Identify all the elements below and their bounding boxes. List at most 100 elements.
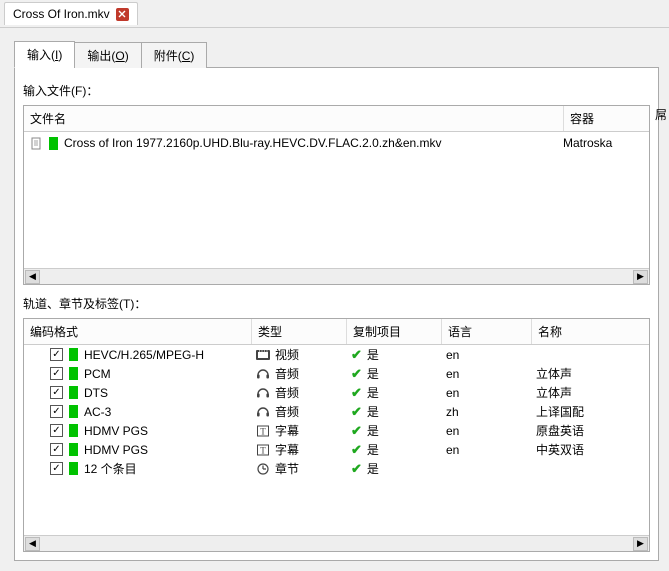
track-list-header: 编码格式 类型 复制项目 语言 名称 bbox=[24, 319, 649, 345]
track-lang: en bbox=[442, 367, 532, 381]
status-chip bbox=[69, 367, 78, 380]
track-lang: en bbox=[442, 443, 532, 457]
status-chip bbox=[69, 462, 78, 475]
col-filename[interactable]: 文件名 bbox=[24, 106, 564, 131]
file-container: Matroska bbox=[563, 136, 643, 150]
scroll-left-icon[interactable]: ◀ bbox=[25, 537, 40, 551]
track-codec: HEVC/H.265/MPEG-H bbox=[84, 348, 204, 362]
check-icon: ✔ bbox=[351, 442, 362, 458]
track-row[interactable]: ✓AC-3音频✔是zh上译国配 bbox=[24, 402, 649, 421]
track-copy: 是 bbox=[367, 384, 379, 401]
horizontal-scrollbar[interactable]: ◀ ▶ bbox=[24, 268, 649, 284]
tab-output-label: 输出 bbox=[87, 49, 111, 63]
track-lang: en bbox=[442, 348, 532, 362]
main-window: Cross Of Iron.mkv 输入(I) 输出(O) 附件(C) 输入文件… bbox=[0, 0, 669, 571]
track-type: 字幕 bbox=[275, 422, 299, 439]
tab-attachments-label: 附件 bbox=[154, 49, 178, 63]
check-icon: ✔ bbox=[351, 461, 362, 477]
track-lang: en bbox=[442, 386, 532, 400]
track-type: 字幕 bbox=[275, 441, 299, 458]
track-checkbox[interactable]: ✓ bbox=[50, 405, 63, 418]
subtitle-icon: T bbox=[256, 444, 270, 456]
track-row[interactable]: ✓12 个条目章节✔是 bbox=[24, 459, 649, 478]
check-icon: ✔ bbox=[351, 423, 362, 439]
track-codec: PCM bbox=[84, 367, 111, 381]
file-row[interactable]: Cross of Iron 1977.2160p.UHD.Blu-ray.HEV… bbox=[24, 132, 649, 154]
track-row[interactable]: ✓ DTS 音频 ✔ 是 en立体声 bbox=[24, 383, 649, 402]
tab-input[interactable]: 输入(I) bbox=[14, 41, 75, 68]
track-checkbox[interactable]: ✓ bbox=[50, 443, 63, 456]
track-copy: 是 bbox=[367, 346, 379, 363]
track-name: 立体声 bbox=[532, 365, 649, 382]
col-container[interactable]: 容器 bbox=[564, 106, 649, 131]
status-chip bbox=[69, 405, 78, 418]
close-icon[interactable] bbox=[116, 8, 129, 21]
file-list-header: 文件名 容器 bbox=[24, 106, 649, 132]
col-type[interactable]: 类型 bbox=[252, 319, 347, 344]
track-copy: 是 bbox=[367, 441, 379, 458]
track-checkbox[interactable]: ✓ bbox=[50, 462, 63, 475]
track-name: 中英双语 bbox=[532, 441, 649, 458]
track-type: 音频 bbox=[275, 403, 299, 420]
track-row[interactable]: ✓ HEVC/H.265/MPEG-H 视频 ✔ 是 en bbox=[24, 345, 649, 364]
file-list: 文件名 容器 Cross of Iron 1977.2160p.UHD.Blu-… bbox=[23, 105, 650, 285]
track-row[interactable]: ✓ HDMV PGS T 字幕 ✔ 是 en中英双语 bbox=[24, 440, 649, 459]
col-trackname[interactable]: 名称 bbox=[532, 319, 649, 344]
col-codec[interactable]: 编码格式 bbox=[24, 319, 252, 344]
tab-input-label: 输入 bbox=[27, 48, 51, 62]
tab-attachments[interactable]: 附件(C) bbox=[141, 42, 208, 68]
svg-text:T: T bbox=[260, 445, 266, 455]
status-chip bbox=[69, 386, 78, 399]
track-codec: HDMV PGS bbox=[84, 443, 148, 457]
subtitle-icon: T bbox=[256, 425, 270, 437]
track-row[interactable]: ✓ HDMV PGS T 字幕 ✔ 是 en原盘英语 bbox=[24, 421, 649, 440]
document-title: Cross Of Iron.mkv bbox=[13, 7, 110, 21]
track-checkbox[interactable]: ✓ bbox=[50, 348, 63, 361]
col-lang[interactable]: 语言 bbox=[442, 319, 532, 344]
chapter-icon bbox=[256, 463, 270, 475]
track-codec: HDMV PGS bbox=[84, 424, 148, 438]
check-icon: ✔ bbox=[351, 347, 362, 363]
col-copy[interactable]: 复制项目 bbox=[347, 319, 442, 344]
track-codec: AC-3 bbox=[84, 405, 111, 419]
svg-text:T: T bbox=[260, 426, 266, 436]
check-icon: ✔ bbox=[351, 404, 362, 420]
track-name: 原盘英语 bbox=[532, 422, 649, 439]
track-copy: 是 bbox=[367, 422, 379, 439]
track-lang: en bbox=[442, 424, 532, 438]
check-icon: ✔ bbox=[351, 385, 362, 401]
scroll-right-icon[interactable]: ▶ bbox=[633, 270, 648, 284]
document-tab[interactable]: Cross Of Iron.mkv bbox=[4, 2, 138, 25]
track-codec: DTS bbox=[84, 386, 108, 400]
track-list-body: ✓HEVC/H.265/MPEG-H视频✔是en✓PCM音频✔是en立体声✓DT… bbox=[24, 345, 649, 535]
track-checkbox[interactable]: ✓ bbox=[50, 386, 63, 399]
inner-tab-bar: 输入(I) 输出(O) 附件(C) bbox=[14, 40, 659, 68]
tracks-label: 轨道、章节及标签(T)： bbox=[23, 295, 650, 312]
scroll-left-icon[interactable]: ◀ bbox=[25, 270, 40, 284]
file-name: Cross of Iron 1977.2160p.UHD.Blu-ray.HEV… bbox=[64, 136, 557, 150]
track-copy: 是 bbox=[367, 365, 379, 382]
track-type: 音频 bbox=[275, 384, 299, 401]
clipped-label: 屌 bbox=[655, 106, 667, 123]
file-list-body: Cross of Iron 1977.2160p.UHD.Blu-ray.HEV… bbox=[24, 132, 649, 268]
track-codec: 12 个条目 bbox=[84, 460, 137, 477]
track-name: 立体声 bbox=[532, 384, 649, 401]
check-icon: ✔ bbox=[351, 366, 362, 382]
input-files-label: 输入文件(F)： bbox=[23, 82, 650, 99]
audio-icon bbox=[256, 406, 270, 418]
status-chip bbox=[49, 137, 58, 150]
track-name: 上译国配 bbox=[532, 403, 649, 420]
input-panel: 输入文件(F)： 文件名 容器 Cross of Iron 1977.2160p… bbox=[14, 68, 659, 561]
document-tab-bar: Cross Of Iron.mkv bbox=[0, 0, 669, 28]
track-checkbox[interactable]: ✓ bbox=[50, 367, 63, 380]
scroll-right-icon[interactable]: ▶ bbox=[633, 537, 648, 551]
track-checkbox[interactable]: ✓ bbox=[50, 424, 63, 437]
track-row[interactable]: ✓PCM音频✔是en立体声 bbox=[24, 364, 649, 383]
tab-output[interactable]: 输出(O) bbox=[74, 42, 141, 68]
status-chip bbox=[69, 424, 78, 437]
audio-icon bbox=[256, 368, 270, 380]
horizontal-scrollbar-tracks[interactable]: ◀ ▶ bbox=[24, 535, 649, 551]
content-area: 输入(I) 输出(O) 附件(C) 输入文件(F)： 文件名 容器 Cross … bbox=[0, 28, 669, 571]
track-type: 视频 bbox=[275, 346, 299, 363]
track-list: 编码格式 类型 复制项目 语言 名称 ✓ HEVC/H.265/MPEG-H 视频 ✔… bbox=[23, 318, 650, 552]
